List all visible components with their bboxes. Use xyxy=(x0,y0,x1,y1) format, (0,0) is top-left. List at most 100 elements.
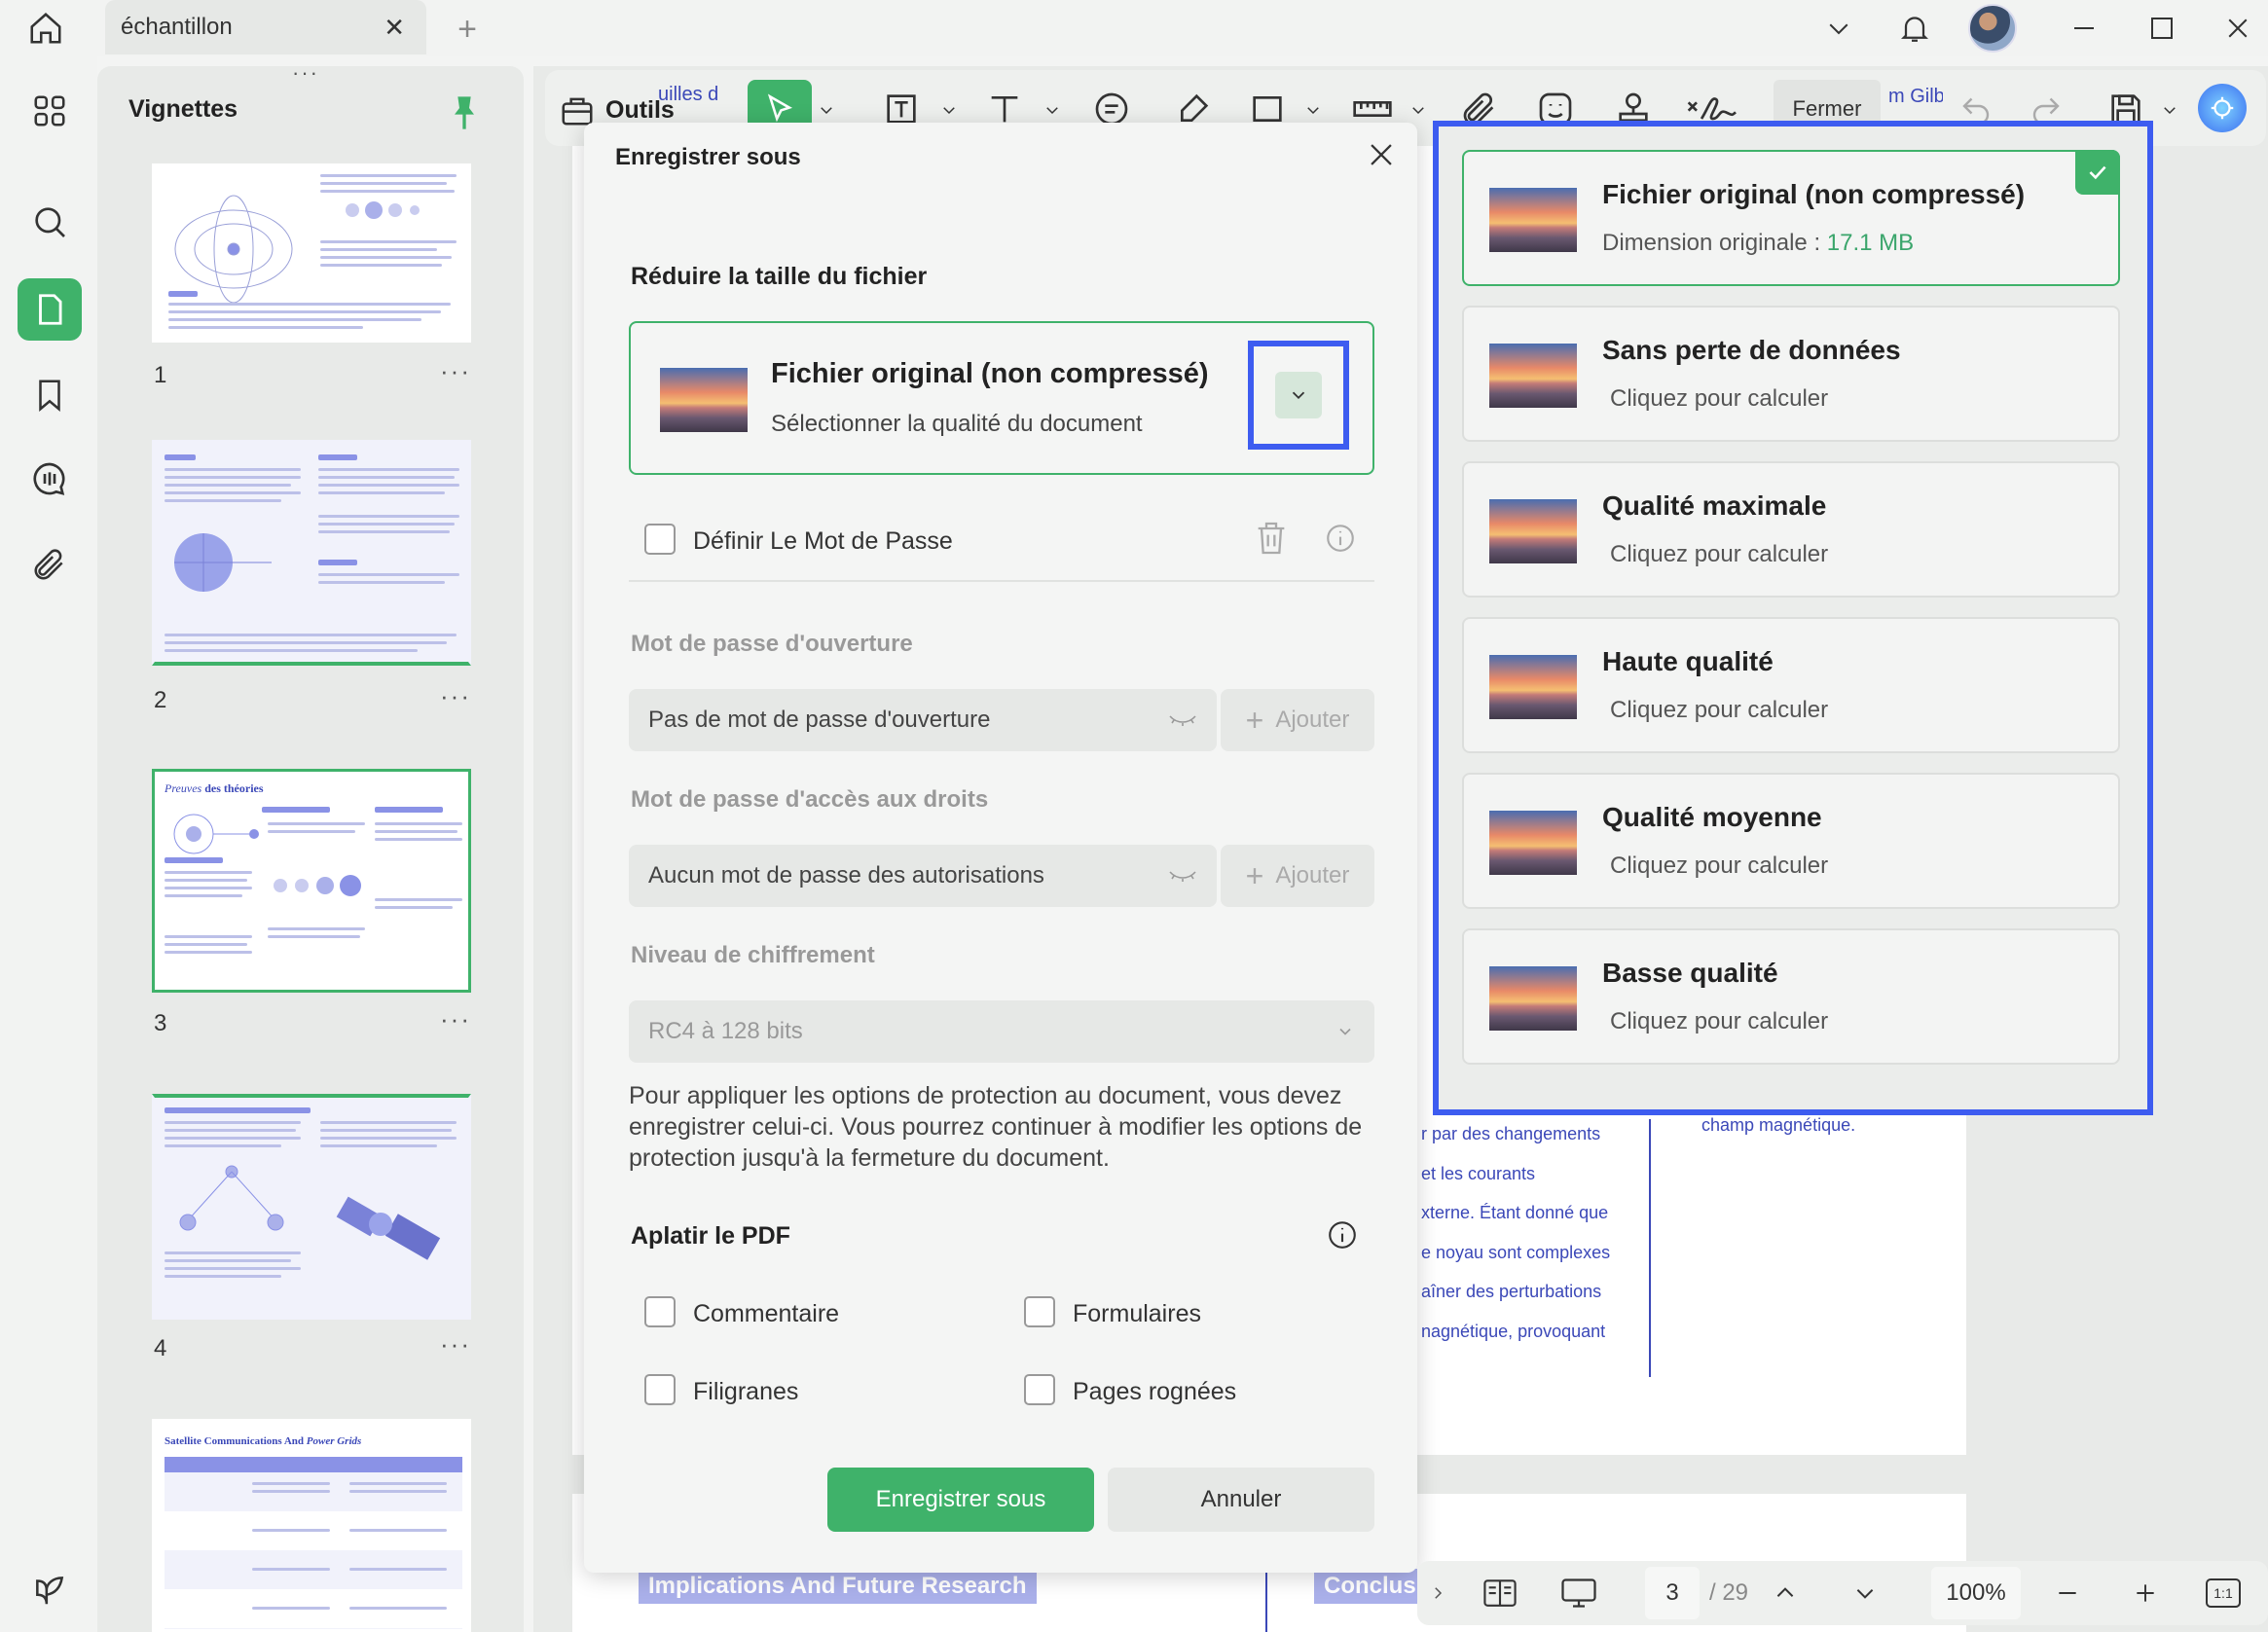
zoom-level[interactable]: 100% xyxy=(1931,1567,2021,1619)
flatten-watermarks-checkbox[interactable] xyxy=(644,1374,676,1405)
page-1-more-button[interactable]: ··· xyxy=(440,356,471,386)
page-thumbnail-1[interactable] xyxy=(152,163,471,343)
doc-right-text: champ magnétique. xyxy=(1701,1115,1855,1136)
add-permission-password-button[interactable]: +Ajouter xyxy=(1221,845,1374,907)
flatten-heading: Aplatir le PDF xyxy=(631,1222,790,1251)
thumb-5-title-italic: Power Grids xyxy=(307,1435,362,1447)
zoom-out-icon[interactable] xyxy=(2048,1567,2087,1619)
page-thumbnail-4[interactable] xyxy=(152,1094,471,1320)
flatten-forms-checkbox[interactable] xyxy=(1024,1296,1055,1327)
quality-option-image xyxy=(1489,655,1577,719)
reduce-size-heading: Réduire la taille du fichier xyxy=(631,263,927,291)
chevron-down-icon[interactable] xyxy=(1304,101,1322,119)
quality-thumbnail-image xyxy=(660,368,748,432)
quality-option-title: Haute qualité xyxy=(1602,646,1774,677)
open-password-field[interactable]: Pas de mot de passe d'ouverture xyxy=(629,689,1217,751)
close-tab-icon[interactable]: ✕ xyxy=(384,13,405,43)
quality-option-low[interactable]: Basse qualité Cliquez pour calculer xyxy=(1462,928,2120,1065)
chevron-down-icon[interactable] xyxy=(940,101,958,119)
previous-page-icon[interactable] xyxy=(1766,1567,1805,1619)
bell-icon[interactable] xyxy=(1888,6,1941,51)
page-thumbnail-5[interactable]: Satellite Communications And Power Grids xyxy=(152,1419,471,1632)
new-tab-button[interactable]: + xyxy=(446,8,489,51)
flatten-cropped-checkbox[interactable] xyxy=(1024,1374,1055,1405)
comments-icon[interactable] xyxy=(18,448,82,510)
flatten-comment-checkbox[interactable] xyxy=(644,1296,676,1327)
cancel-button[interactable]: Annuler xyxy=(1108,1468,1374,1532)
info-icon[interactable] xyxy=(1324,522,1357,555)
quality-option-subtitle: Cliquez pour calculer xyxy=(1610,1008,1828,1035)
panel-title: Vignettes xyxy=(128,95,238,124)
tools-label: Outils xyxy=(605,96,675,125)
ai-assistant-icon[interactable] xyxy=(2198,84,2247,132)
close-window-icon[interactable] xyxy=(2212,6,2264,51)
permission-password-value: Aucun mot de passe des autorisations xyxy=(648,862,1044,889)
zoom-in-icon[interactable] xyxy=(2126,1567,2165,1619)
quality-selector-title: Fichier original (non compressé) xyxy=(771,358,1209,390)
doc-line: nagnétique, provoquant xyxy=(1421,1312,1610,1352)
trash-icon[interactable] xyxy=(1252,518,1291,559)
search-icon[interactable] xyxy=(18,191,82,253)
quality-dropdown-button[interactable] xyxy=(1248,341,1349,450)
layers-icon[interactable] xyxy=(18,1559,82,1621)
page-2-more-button[interactable]: ··· xyxy=(440,681,471,711)
chevron-down-icon[interactable] xyxy=(1409,101,1427,119)
add-label: Ajouter xyxy=(1275,707,1349,734)
quality-option-original[interactable]: Fichier original (non compressé) Dimensi… xyxy=(1462,150,2120,286)
quality-option-title: Sans perte de données xyxy=(1602,335,1901,366)
save-as-button[interactable]: Enregistrer sous xyxy=(827,1468,1094,1532)
attachment-icon[interactable] xyxy=(18,533,82,596)
page-thumbnail-2[interactable] xyxy=(152,440,471,666)
divider xyxy=(629,580,1374,582)
quality-option-lossless[interactable]: Sans perte de données Cliquez pour calcu… xyxy=(1462,306,2120,442)
maximize-icon[interactable] xyxy=(2136,6,2188,51)
page-number-input[interactable]: 3 xyxy=(1645,1567,1700,1619)
password-checkbox[interactable] xyxy=(644,524,676,555)
quality-option-subtitle: Cliquez pour calculer xyxy=(1610,697,1828,724)
flatten-watermarks-label: Filigranes xyxy=(693,1378,798,1406)
open-password-heading: Mot de passe d'ouverture xyxy=(631,631,913,658)
pin-icon[interactable] xyxy=(450,93,479,132)
close-dialog-icon[interactable] xyxy=(1365,138,1398,171)
avatar[interactable] xyxy=(1968,4,2017,53)
next-page-icon[interactable] xyxy=(1846,1567,1884,1619)
info-icon[interactable] xyxy=(1326,1218,1359,1251)
dialog-title: Enregistrer sous xyxy=(615,144,801,171)
chevron-down-icon[interactable] xyxy=(1043,101,1061,119)
bookmark-icon[interactable] xyxy=(18,364,82,426)
encryption-value: RC4 à 128 bits xyxy=(648,1018,803,1045)
doc-heading-implications: Implications And Future Research xyxy=(639,1569,1037,1604)
flatten-comment-label: Commentaire xyxy=(693,1300,839,1328)
actual-size-button[interactable]: 1:1 xyxy=(2204,1567,2243,1619)
chevron-down-icon[interactable] xyxy=(2161,101,2178,119)
add-open-password-button[interactable]: +Ajouter xyxy=(1221,689,1374,751)
apps-grid-icon[interactable] xyxy=(18,80,82,142)
chevron-down-icon[interactable] xyxy=(818,101,835,119)
page-4-more-button[interactable]: ··· xyxy=(440,1329,471,1360)
encryption-select[interactable]: RC4 à 128 bits xyxy=(629,1000,1374,1063)
thumb-3-title-bold: des théories xyxy=(204,781,263,795)
home-icon[interactable] xyxy=(21,6,70,51)
presentation-icon[interactable] xyxy=(1552,1567,1606,1619)
quality-option-medium[interactable]: Qualité moyenne Cliquez pour calculer xyxy=(1462,773,2120,909)
thumbnails-icon[interactable] xyxy=(18,278,82,341)
page-number-4: 4 xyxy=(154,1335,166,1362)
page-thumbnail-3[interactable]: Preuves des théories xyxy=(152,769,471,993)
chevron-down-icon[interactable] xyxy=(1812,6,1865,51)
reading-mode-icon[interactable] xyxy=(1474,1567,1526,1619)
quality-option-title: Fichier original (non compressé) xyxy=(1602,179,2025,210)
page-3-more-button[interactable]: ··· xyxy=(440,1004,471,1034)
doc-line: xterne. Étant donné que xyxy=(1421,1193,1610,1233)
quality-option-maximum[interactable]: Qualité maximale Cliquez pour calculer xyxy=(1462,461,2120,598)
minimize-icon[interactable] xyxy=(2058,6,2110,51)
permission-password-field[interactable]: Aucun mot de passe des autorisations xyxy=(629,845,1217,907)
panel-drag-handle[interactable]: ··· xyxy=(292,60,319,86)
quality-option-size: Dimension originale : 17.1 MB xyxy=(1602,230,1914,257)
quality-option-high[interactable]: Haute qualité Cliquez pour calculer xyxy=(1462,617,2120,753)
quality-option-subtitle: Cliquez pour calculer xyxy=(1610,541,1828,568)
document-tab[interactable]: échantillon ✕ xyxy=(105,0,426,54)
chevron-right-icon[interactable] xyxy=(1423,1567,1452,1619)
column-divider xyxy=(1649,1119,1651,1377)
size-value: 17.1 MB xyxy=(1827,230,1914,256)
document-text-column: r par des changements et les courants xt… xyxy=(1421,1114,1610,1351)
